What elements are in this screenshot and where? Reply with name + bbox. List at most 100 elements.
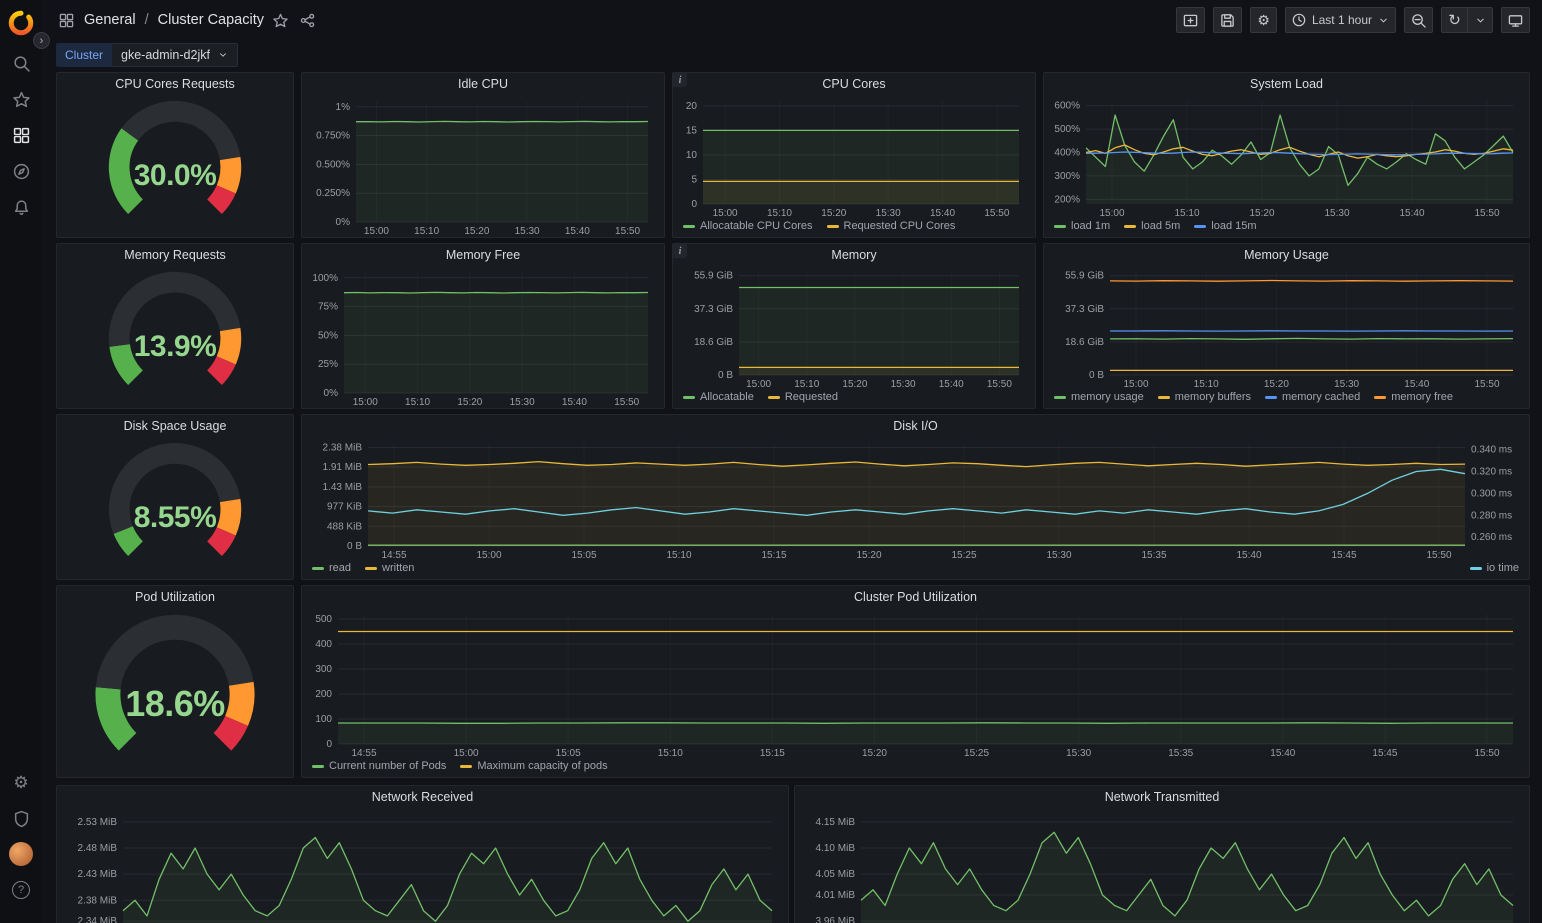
panel-title[interactable]: Disk Space Usage bbox=[57, 415, 293, 437]
legend-item[interactable]: io time bbox=[1470, 562, 1519, 574]
svg-text:300: 300 bbox=[315, 664, 332, 675]
panel-system-load: System Load 600%500%400%300%200%15:0015:… bbox=[1043, 72, 1530, 238]
legend-item[interactable]: memory buffers bbox=[1158, 391, 1251, 403]
svg-text:15:00: 15:00 bbox=[353, 397, 378, 408]
svg-text:15:20: 15:20 bbox=[842, 379, 867, 390]
chart-idle-cpu[interactable]: 1%0.750%0.500%0.250%0%15:0015:1015:2015:… bbox=[306, 95, 660, 237]
panel-title[interactable]: Memory Usage bbox=[1044, 244, 1529, 266]
panel-title[interactable]: Cluster Pod Utilization bbox=[302, 586, 1529, 608]
legend-item[interactable]: load 5m bbox=[1124, 220, 1180, 232]
alerting-bell-icon[interactable] bbox=[8, 194, 34, 220]
svg-text:15:35: 15:35 bbox=[1141, 550, 1166, 561]
legend-label: Current number of Pods bbox=[329, 760, 446, 772]
panel-disk-io: Disk I/O 2.38 MiB1.91 MiB1.43 MiB977 KiB… bbox=[301, 414, 1530, 580]
sidebar-expand-button[interactable]: › bbox=[33, 32, 50, 49]
chart-cluster-pod-utilization[interactable]: 500400300200100014:5515:0015:0515:1015:1… bbox=[306, 608, 1525, 759]
explore-compass-icon[interactable] bbox=[8, 158, 34, 184]
svg-text:55.9 GiB: 55.9 GiB bbox=[694, 271, 733, 282]
panel-title[interactable]: Network Transmitted bbox=[795, 786, 1529, 808]
help-icon[interactable]: ? bbox=[8, 877, 34, 903]
svg-text:15:00: 15:00 bbox=[1123, 379, 1148, 390]
svg-text:4.05 MiB: 4.05 MiB bbox=[816, 869, 856, 880]
svg-text:15:40: 15:40 bbox=[1270, 748, 1295, 759]
dashboards-icon[interactable] bbox=[8, 122, 34, 148]
legend-item[interactable]: Allocatable bbox=[683, 391, 754, 403]
legend-label: Allocatable CPU Cores bbox=[700, 220, 813, 232]
legend-color bbox=[1265, 396, 1277, 399]
legend-label: read bbox=[329, 562, 351, 574]
panel-title[interactable]: Memory Requests bbox=[57, 244, 293, 266]
legend-item[interactable]: Current number of Pods bbox=[312, 760, 446, 772]
svg-text:0 B: 0 B bbox=[718, 370, 733, 381]
chart-memory-usage[interactable]: 55.9 GiB37.3 GiB18.6 GiB0 B15:0015:1015:… bbox=[1048, 266, 1525, 390]
svg-text:25%: 25% bbox=[318, 359, 338, 370]
svg-text:0.750%: 0.750% bbox=[316, 131, 350, 142]
chart-memory-free[interactable]: 100%75%50%25%0%15:0015:1015:2015:3015:40… bbox=[306, 266, 660, 408]
chart-system-load[interactable]: 600%500%400%300%200%15:0015:1015:2015:30… bbox=[1048, 95, 1525, 219]
legend-item[interactable]: Requested bbox=[768, 391, 838, 403]
legend-item[interactable]: written bbox=[365, 562, 414, 574]
legend-label: memory buffers bbox=[1175, 391, 1251, 403]
gauge-value: 8.55% bbox=[57, 501, 293, 535]
panel-title[interactable]: Memory bbox=[673, 244, 1035, 266]
grafana-logo-icon[interactable] bbox=[8, 10, 34, 36]
chart-legend: load 1m load 5m load 15m bbox=[1044, 219, 1529, 237]
panel-title[interactable]: Pod Utilization bbox=[57, 586, 293, 608]
svg-text:15:50: 15:50 bbox=[984, 208, 1009, 219]
svg-text:0: 0 bbox=[691, 199, 697, 210]
legend-item[interactable]: load 1m bbox=[1054, 220, 1110, 232]
info-icon[interactable]: i bbox=[673, 73, 687, 87]
legend-item[interactable]: load 15m bbox=[1194, 220, 1256, 232]
legend-label: memory cached bbox=[1282, 391, 1360, 403]
panel-title[interactable]: Memory Free bbox=[302, 244, 664, 266]
legend-item[interactable]: Allocatable CPU Cores bbox=[683, 220, 813, 232]
chart-network-received[interactable]: 2.53 MiB2.48 MiB2.43 MiB2.38 MiB2.34 MiB bbox=[61, 808, 784, 923]
svg-text:2.34 MiB: 2.34 MiB bbox=[78, 916, 118, 923]
panel-title[interactable]: Idle CPU bbox=[302, 73, 664, 95]
user-avatar[interactable] bbox=[8, 841, 34, 867]
svg-text:15:00: 15:00 bbox=[476, 550, 501, 561]
gauge-memory-requests: 13.9% bbox=[57, 266, 293, 408]
legend-item[interactable]: Maximum capacity of pods bbox=[460, 760, 607, 772]
svg-text:15:10: 15:10 bbox=[414, 226, 439, 237]
panel-title[interactable]: CPU Cores bbox=[673, 73, 1035, 95]
legend-item[interactable]: memory cached bbox=[1265, 391, 1360, 403]
panel-title[interactable]: CPU Cores Requests bbox=[57, 73, 293, 95]
svg-text:15:20: 15:20 bbox=[821, 208, 846, 219]
chart-disk-io[interactable]: 2.38 MiB1.91 MiB1.43 MiB977 KiB488 KiB0 … bbox=[306, 437, 1525, 561]
panel-title[interactable]: Disk I/O bbox=[302, 415, 1529, 437]
legend-item[interactable]: Requested CPU Cores bbox=[827, 220, 956, 232]
legend-label: memory free bbox=[1391, 391, 1453, 403]
svg-text:1.43 MiB: 1.43 MiB bbox=[323, 482, 363, 493]
svg-text:300%: 300% bbox=[1054, 171, 1080, 182]
panel-title[interactable]: Network Received bbox=[57, 786, 788, 808]
svg-text:15:20: 15:20 bbox=[856, 550, 881, 561]
legend-item[interactable]: memory usage bbox=[1054, 391, 1144, 403]
settings-gear-icon[interactable]: ⚙ bbox=[8, 769, 34, 795]
starred-icon[interactable] bbox=[8, 86, 34, 112]
svg-text:15:25: 15:25 bbox=[951, 550, 976, 561]
svg-text:15:20: 15:20 bbox=[464, 226, 489, 237]
server-admin-shield-icon[interactable] bbox=[8, 805, 34, 831]
chart-cpu-cores[interactable]: 2015105015:0015:1015:2015:3015:4015:50 bbox=[677, 95, 1031, 219]
svg-text:15:25: 15:25 bbox=[964, 748, 989, 759]
svg-text:15:30: 15:30 bbox=[876, 208, 901, 219]
svg-text:15:50: 15:50 bbox=[1474, 379, 1499, 390]
legend-color bbox=[1054, 225, 1066, 228]
info-icon[interactable]: i bbox=[673, 244, 687, 258]
panel-title[interactable]: System Load bbox=[1044, 73, 1529, 95]
svg-text:1%: 1% bbox=[336, 102, 351, 113]
legend-color bbox=[768, 396, 780, 399]
search-icon[interactable] bbox=[8, 50, 34, 76]
svg-text:15:30: 15:30 bbox=[1334, 379, 1359, 390]
svg-text:100: 100 bbox=[315, 714, 332, 725]
svg-text:2.53 MiB: 2.53 MiB bbox=[78, 817, 118, 828]
chart-network-transmitted[interactable]: 4.15 MiB4.10 MiB4.05 MiB4.01 MiB3.96 MiB bbox=[799, 808, 1525, 923]
legend-color bbox=[1374, 396, 1386, 399]
svg-text:0 B: 0 B bbox=[1089, 370, 1104, 381]
legend-item[interactable]: read bbox=[312, 562, 351, 574]
legend-item[interactable]: memory free bbox=[1374, 391, 1453, 403]
chart-legend: Allocatable Requested bbox=[673, 390, 1035, 408]
chart-memory[interactable]: 55.9 GiB37.3 GiB18.6 GiB0 B15:0015:1015:… bbox=[677, 266, 1031, 390]
svg-text:2.48 MiB: 2.48 MiB bbox=[78, 843, 118, 854]
